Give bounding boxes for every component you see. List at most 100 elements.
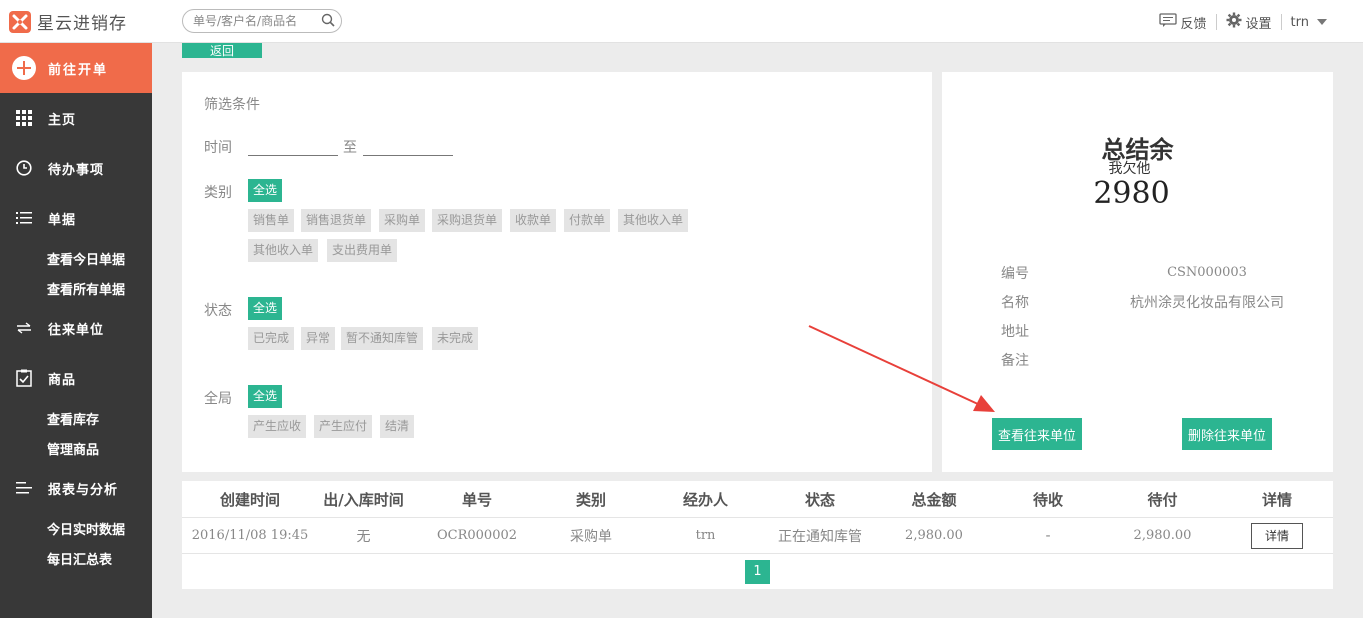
app-name: 星云进销存: [37, 14, 127, 34]
search-box[interactable]: [182, 9, 342, 33]
search-icon[interactable]: [321, 13, 335, 31]
stock-time-cell: 无: [356, 528, 371, 545]
sidebar-item-goods[interactable]: 商品: [0, 353, 152, 403]
gear-icon: [1226, 12, 1242, 32]
column-header: 经办人: [682, 490, 728, 509]
sidebar-item-inventory[interactable]: 查看库存: [0, 403, 152, 433]
status-tag[interactable]: 未完成: [432, 327, 479, 350]
category-cell: 采购单: [570, 528, 612, 545]
category-select-all[interactable]: 全选: [248, 179, 283, 202]
balance-subtitle: 我欠他: [1108, 161, 1151, 177]
global-tag[interactable]: 产生应付: [314, 415, 373, 438]
total-amount-cell: 2,980.00: [905, 528, 963, 543]
new-order-button[interactable]: 前往开单: [0, 43, 152, 93]
created-time-cell: 2016/11/08 19:45: [191, 528, 309, 543]
global-select-all[interactable]: 全选: [248, 385, 283, 408]
sidebar-item-label: 商品: [48, 372, 77, 388]
category-tag[interactable]: 付款单: [564, 209, 611, 232]
sidebar-item-home[interactable]: 主页: [0, 93, 152, 143]
order-number-cell: OCR000002: [436, 528, 518, 543]
column-header: 详情: [1261, 490, 1292, 509]
status-select-all[interactable]: 全选: [248, 297, 283, 320]
details-button[interactable]: 详情: [1251, 522, 1303, 549]
divider: [1215, 14, 1217, 30]
settings-link[interactable]: 设置: [1226, 12, 1272, 32]
column-header: 待付: [1147, 490, 1178, 509]
handler-cell: trn: [695, 528, 716, 543]
sidebar-item-todo[interactable]: 待办事项: [0, 143, 152, 193]
settings-label: 设置: [1245, 16, 1272, 32]
date-to-label: 至: [343, 140, 357, 156]
app-logo[interactable]: 星云进销存: [9, 9, 127, 34]
payable-cell: 2,980.00: [1133, 528, 1192, 543]
status-tag[interactable]: 异常: [301, 327, 336, 350]
sidebar-item-label: 往来单位: [48, 322, 105, 338]
feedback-label: 反馈: [1180, 16, 1207, 32]
status-tag[interactable]: 已完成: [248, 327, 295, 350]
start-date-input[interactable]: [248, 138, 338, 156]
header-actions: 反馈 设置 trn: [1158, 12, 1327, 32]
time-label: 时间: [204, 140, 232, 156]
clock-icon: [15, 159, 33, 177]
address-label: 地址: [1001, 324, 1029, 340]
category-tag[interactable]: 销售退货单: [301, 209, 372, 232]
category-tag[interactable]: 收款单: [510, 209, 557, 232]
divider: [1280, 14, 1282, 30]
sidebar-item-daily-summary[interactable]: 每日汇总表: [0, 543, 152, 573]
bars-icon: [15, 479, 33, 497]
table-header: 创建时间 出/入库时间 单号 类别 经办人 状态 总金额 待收 待付 详情: [182, 481, 1333, 518]
global-tag[interactable]: 结清: [380, 415, 415, 438]
list-icon: [15, 209, 33, 227]
documents-table: 创建时间 出/入库时间 单号 类别 经办人 状态 总金额 待收 待付 详情 20…: [182, 481, 1333, 589]
category-tag[interactable]: 采购单: [379, 209, 426, 232]
sidebar-item-label: 主页: [48, 112, 77, 128]
sidebar-item-reports[interactable]: 报表与分析: [0, 463, 152, 513]
category-tag[interactable]: 销售单: [248, 209, 295, 232]
feedback-icon: [1158, 13, 1177, 31]
category-tag[interactable]: 其他收入单: [248, 239, 319, 262]
table-row[interactable]: 2016/11/08 19:45 无 OCR000002 采购单 trn 正在通…: [182, 518, 1333, 554]
status-tag[interactable]: 暂不通知库管: [341, 327, 424, 350]
plus-icon: [12, 56, 36, 80]
receivable-cell: -: [1045, 527, 1051, 544]
category-tag[interactable]: 采购退货单: [432, 209, 503, 232]
exchange-icon: [15, 319, 33, 337]
column-header: 总金额: [911, 490, 957, 509]
view-partner-button[interactable]: 查看往来单位: [992, 418, 1082, 450]
end-date-input[interactable]: [363, 138, 453, 156]
column-header: 状态: [804, 490, 835, 509]
top-bar: 星云进销存 反馈 设置 trn: [0, 0, 1363, 43]
back-button[interactable]: 返回: [182, 43, 262, 58]
balance-amount: 2980: [1093, 176, 1170, 211]
pagination-page[interactable]: 1: [745, 560, 770, 584]
sidebar-item-documents[interactable]: 单据: [0, 193, 152, 243]
grid-icon: [15, 109, 33, 127]
category-tag[interactable]: 支出费用单: [327, 239, 398, 262]
status-label: 状态: [204, 303, 232, 319]
global-label: 全局: [204, 391, 232, 407]
column-header: 待收: [1032, 490, 1063, 509]
sidebar-item-realtime-data[interactable]: 今日实时数据: [0, 513, 152, 543]
sidebar: 前往开单 主页 待办事项 单据 查看今日单据 查看所有单据 往来单位 商品 查看…: [0, 43, 152, 618]
category-label: 类别: [204, 185, 232, 201]
chevron-down-icon: [1317, 19, 1327, 25]
annotation-arrow: [808, 325, 995, 412]
filter-title: 筛选条件: [204, 97, 260, 113]
delete-partner-button[interactable]: 删除往来单位: [1182, 418, 1272, 450]
search-input[interactable]: [193, 13, 313, 29]
sidebar-item-today-documents[interactable]: 查看今日单据: [0, 243, 152, 273]
sidebar-item-label: 报表与分析: [48, 482, 119, 498]
sidebar-item-all-documents[interactable]: 查看所有单据: [0, 273, 152, 303]
user-menu[interactable]: trn: [1291, 15, 1327, 30]
code-label: 编号: [1001, 266, 1029, 282]
code-value: CSN000003: [1167, 265, 1247, 280]
column-header: 出/入库时间: [323, 490, 404, 509]
column-header: 创建时间: [219, 490, 280, 509]
name-value: 杭州涂灵化妆品有限公司: [1130, 295, 1284, 311]
sidebar-item-partners[interactable]: 往来单位: [0, 303, 152, 353]
sidebar-item-manage-goods[interactable]: 管理商品: [0, 433, 152, 463]
global-tag[interactable]: 产生应收: [248, 415, 307, 438]
category-tag[interactable]: 其他收入单: [618, 209, 689, 232]
feedback-link[interactable]: 反馈: [1158, 13, 1207, 32]
column-header: 类别: [575, 490, 606, 509]
